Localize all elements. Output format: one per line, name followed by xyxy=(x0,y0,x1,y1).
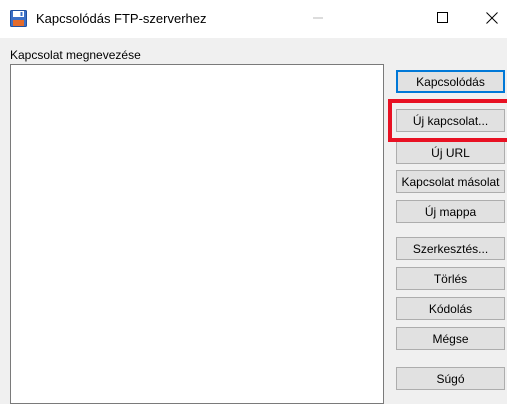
close-button[interactable] xyxy=(470,0,507,38)
close-icon xyxy=(486,11,498,27)
minimize-button[interactable] xyxy=(296,0,340,38)
encoding-button[interactable]: Kódolás xyxy=(396,297,505,320)
maximize-button[interactable] xyxy=(420,0,464,38)
new-folder-button[interactable]: Új mappa xyxy=(396,200,505,223)
new-url-button[interactable]: Új URL xyxy=(396,141,505,164)
help-button[interactable]: Súgó xyxy=(396,367,505,390)
connection-list-label: Kapcsolat megnevezése xyxy=(10,48,141,62)
cancel-button[interactable]: Mégse xyxy=(396,327,505,350)
minimize-icon xyxy=(313,12,323,26)
delete-button[interactable]: Törlés xyxy=(396,267,505,290)
copy-connection-button[interactable]: Kapcsolat másolat xyxy=(396,170,505,193)
window-title: Kapcsolódás FTP-szerverhez xyxy=(36,11,207,26)
title-bar[interactable]: Kapcsolódás FTP-szerverhez xyxy=(0,0,507,38)
new-connection-button[interactable]: Új kapcsolat... xyxy=(396,109,505,132)
maximize-icon xyxy=(436,12,448,26)
connection-list[interactable] xyxy=(10,64,384,404)
connect-button[interactable]: Kapcsolódás xyxy=(396,70,505,93)
edit-button[interactable]: Szerkesztés... xyxy=(396,237,505,260)
floppy-disk-icon xyxy=(10,10,27,27)
